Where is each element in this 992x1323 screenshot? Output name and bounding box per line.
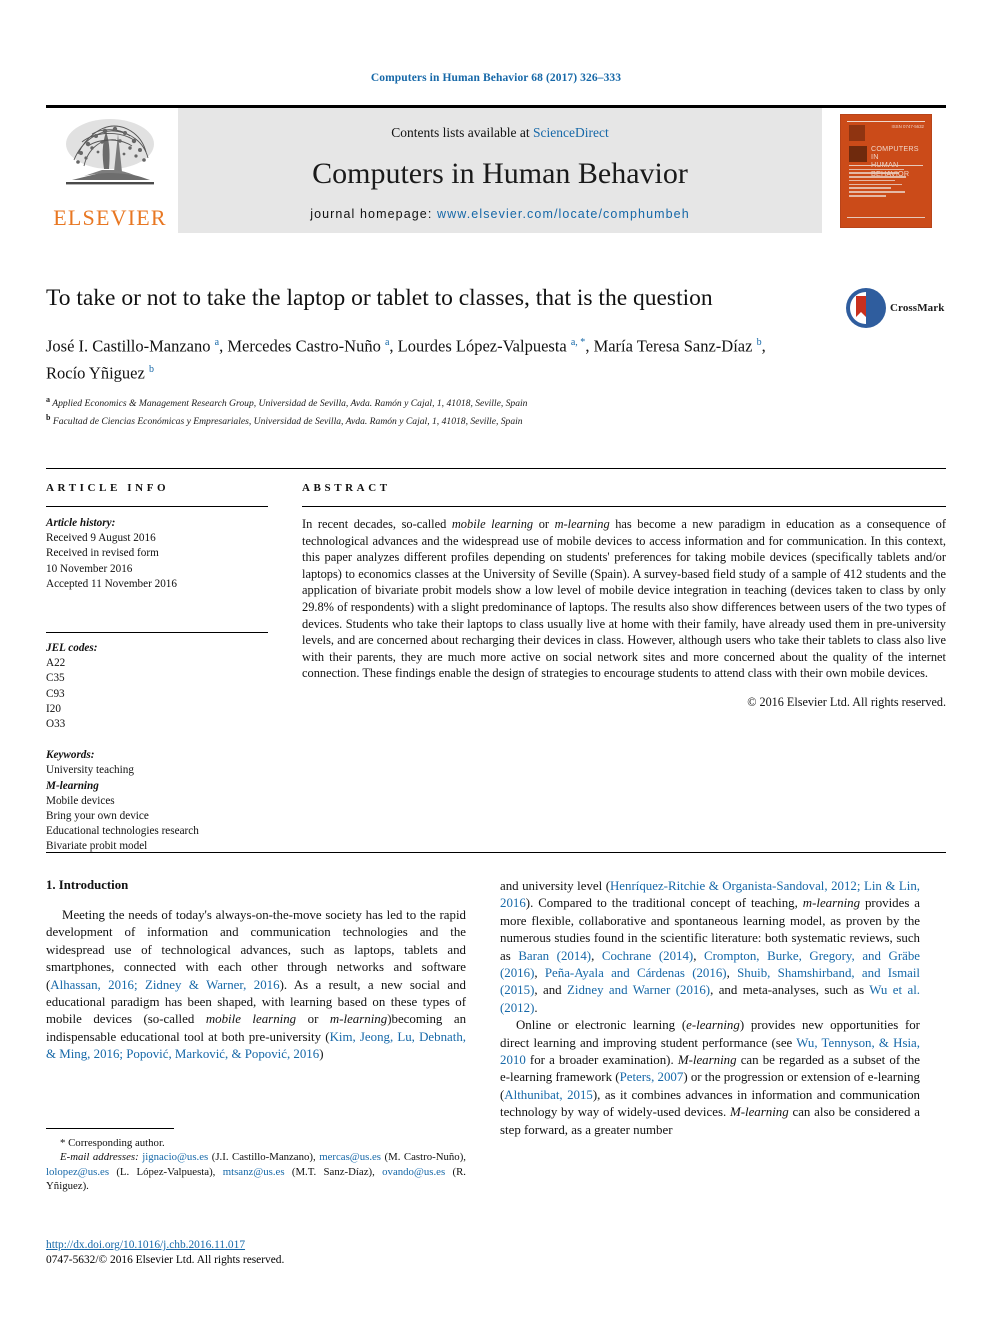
journal-masthead: ELSEVIER Contents lists available at Sci… — [46, 105, 946, 236]
affiliation-a: a Applied Economics & Management Researc… — [46, 395, 528, 410]
keyword-item: Educational technologies research — [46, 825, 199, 838]
keyword-item: University teaching — [46, 764, 134, 777]
jel-code: C35 — [46, 672, 65, 685]
affiliation-b: b Facultad de Ciencias Económicas y Empr… — [46, 412, 523, 427]
cover-logo-icon — [849, 124, 865, 141]
homepage-label: journal homepage: — [310, 206, 433, 221]
corresponding-author-note: * Corresponding author. — [60, 1137, 165, 1149]
elsevier-tree-icon — [66, 119, 154, 185]
contents-line: Contents lists available at ScienceDirec… — [391, 125, 608, 141]
footnote-rule — [46, 1128, 174, 1129]
jel-codes-label: JEL codes: — [46, 642, 98, 655]
history-item: Received 9 August 2016 — [46, 532, 156, 545]
affiliation-list: a Applied Economics & Management Researc… — [46, 393, 766, 428]
body-column-right: and university level (Henríquez-Ritchie … — [500, 878, 920, 1139]
journal-title: Computers in Human Behavior — [312, 156, 688, 190]
keyword-item: M-learning — [46, 779, 99, 792]
journal-homepage-line: journal homepage: www.elsevier.com/locat… — [310, 207, 690, 221]
elsevier-wordmark: ELSEVIER — [53, 205, 167, 230]
jel-codes: JEL codes: A22 C35 C93 I20 O33 — [46, 641, 268, 732]
abstract-copyright: © 2016 Elsevier Ltd. All rights reserved… — [747, 694, 946, 709]
intro-paragraph-right-2: Online or electronic learning (e-learnin… — [500, 1018, 920, 1137]
journal-band: Contents lists available at ScienceDirec… — [178, 108, 822, 233]
abstract-heading: ABSTRACT — [302, 482, 391, 494]
cover-text-lines — [849, 168, 911, 199]
article-info-section: ARTICLE INFO Article history: Received 9… — [46, 482, 268, 855]
issn-copyright-line: 0747-5632/© 2016 Elsevier Ltd. All right… — [46, 1254, 285, 1266]
body-column-left: 1. Introduction Meeting the needs of tod… — [46, 878, 466, 1064]
abstract-section: ABSTRACT In recent decades, so-called mo… — [302, 482, 946, 710]
keywords: Keywords: University teaching M-learning… — [46, 748, 268, 854]
abstract-text: In recent decades, so-called mobile lear… — [302, 517, 946, 681]
jel-code: O33 — [46, 718, 66, 731]
doi-link[interactable]: http://dx.doi.org/10.1016/j.chb.2016.11.… — [46, 1238, 476, 1253]
article-header: To take or not to take the laptop or tab… — [46, 283, 766, 428]
cover-issn: ISSN 0747-5632 — [891, 123, 924, 129]
intro-paragraph-left: Meeting the needs of today's always-on-t… — [46, 908, 467, 1062]
footnote-block: * Corresponding author. E-mail addresses… — [46, 1128, 466, 1194]
history-item: 10 November 2016 — [46, 562, 133, 575]
intro-paragraph-right-1: and university level (Henríquez-Ritchie … — [500, 879, 921, 1015]
crossmark-badge[interactable]: CrossMark — [845, 283, 945, 333]
article-title: To take or not to take the laptop or tab… — [46, 285, 713, 311]
keyword-item: Bivariate probit model — [46, 840, 148, 853]
crossmark-label: CrossMark — [890, 302, 945, 314]
keyword-item: Mobile devices — [46, 794, 115, 807]
author-list: José I. Castillo-Manzano a, Mercedes Cas… — [46, 336, 766, 383]
jel-code: I20 — [46, 702, 61, 715]
article-history: Article history: Received 9 August 2016 … — [46, 516, 268, 592]
divider-above-abstract — [46, 468, 946, 469]
contents-prefix: Contents lists available at — [391, 124, 533, 140]
crossmark-icon — [845, 287, 887, 329]
article-history-label: Article history: — [46, 517, 116, 529]
keyword-item: Bring your own device — [46, 810, 149, 823]
cover-logo-secondary-icon — [849, 145, 867, 162]
homepage-url-link[interactable]: www.elsevier.com/locate/comphumbeh — [437, 207, 690, 221]
article-info-heading: ARTICLE INFO — [46, 482, 170, 494]
running-head: Computers in Human Behavior 68 (2017) 32… — [370, 72, 622, 84]
doi-block: http://dx.doi.org/10.1016/j.chb.2016.11.… — [46, 1238, 476, 1268]
paper-page: Computers in Human Behavior 68 (2017) 32… — [0, 0, 992, 1323]
jel-code: C93 — [46, 687, 65, 700]
email-addresses-note: E-mail addresses: jignacio@us.es (J.I. C… — [46, 1151, 467, 1193]
history-item: Received in revised form — [46, 547, 159, 560]
sciencedirect-link[interactable]: ScienceDirect — [533, 125, 609, 140]
keywords-label: Keywords: — [46, 749, 95, 762]
elsevier-logo: ELSEVIER — [46, 108, 174, 233]
history-item: Accepted 11 November 2016 — [46, 577, 177, 590]
jel-code: A22 — [46, 657, 66, 670]
journal-cover-thumbnail[interactable]: ISSN 0747-5632 COMPUTERS IN HUMAN BEHAVI… — [826, 108, 946, 233]
section-heading-introduction: 1. Introduction — [46, 878, 129, 892]
